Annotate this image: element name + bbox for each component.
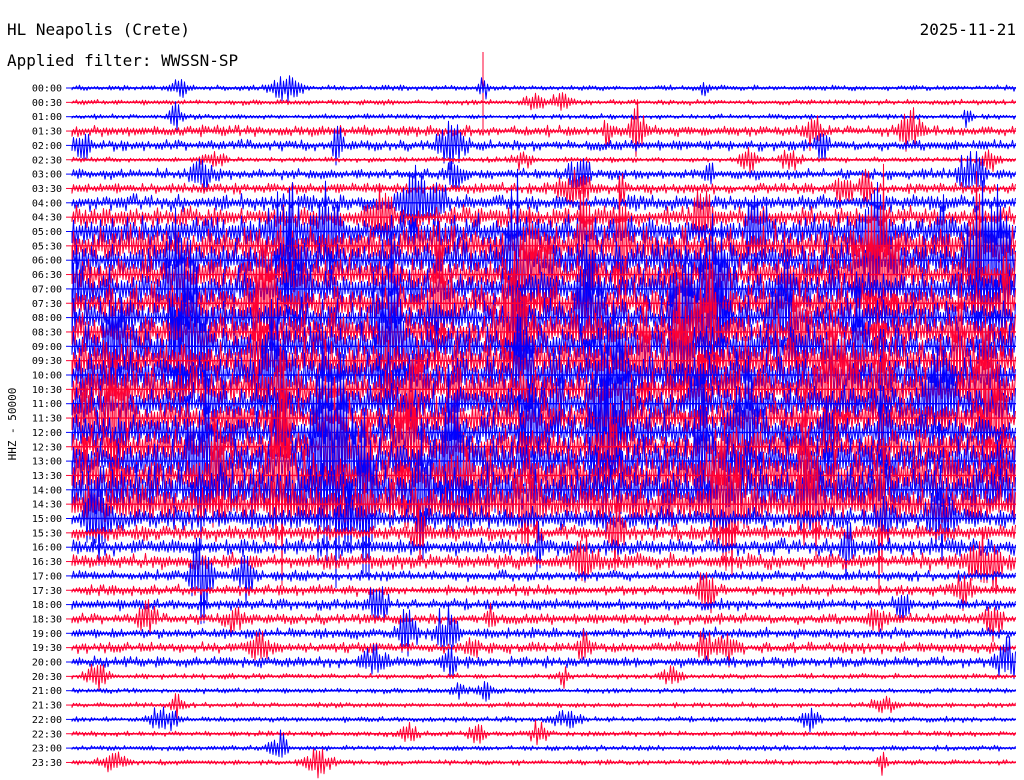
tick-label-0930: 09:30: [32, 356, 62, 367]
tick-label-1930: 19:30: [32, 643, 62, 654]
tick-label-0130: 01:30: [32, 127, 62, 138]
tick-label-1430: 14:30: [32, 500, 62, 511]
tick-label-1330: 13:30: [32, 471, 62, 482]
tick-label-1700: 17:00: [32, 571, 62, 582]
tick-label-0530: 05:30: [32, 241, 62, 252]
tick-label-1130: 11:30: [32, 414, 62, 425]
tick-label-0830: 08:30: [32, 327, 62, 338]
tick-label-1630: 16:30: [32, 557, 62, 568]
trace-row-2330: [71, 748, 1016, 779]
tick-label-0230: 02:30: [32, 155, 62, 166]
tick-label-0200: 02:00: [32, 141, 62, 152]
tick-label-1030: 10:30: [32, 385, 62, 396]
tick-label-0900: 09:00: [32, 342, 62, 353]
tick-label-1000: 10:00: [32, 371, 62, 382]
tick-label-0730: 07:30: [32, 299, 62, 310]
tick-label-0630: 06:30: [32, 270, 62, 281]
tick-label-2200: 22:00: [32, 715, 62, 726]
tick-label-0500: 05:00: [32, 227, 62, 238]
tick-label-0800: 08:00: [32, 313, 62, 324]
tick-label-0400: 04:00: [32, 198, 62, 209]
tick-label-2230: 22:30: [32, 729, 62, 740]
tick-label-1300: 13:00: [32, 457, 62, 468]
tick-label-1830: 18:30: [32, 614, 62, 625]
tick-label-2030: 20:30: [32, 672, 62, 683]
tick-label-1200: 12:00: [32, 428, 62, 439]
tick-label-1230: 12:30: [32, 442, 62, 453]
tick-label-2330: 23:30: [32, 758, 62, 769]
tick-label-2000: 20:00: [32, 658, 62, 669]
tick-label-0600: 06:00: [32, 256, 62, 267]
tick-label-1730: 17:30: [32, 586, 62, 597]
tick-label-0430: 04:30: [32, 213, 62, 224]
trace-row-2130: [71, 693, 1016, 719]
tick-label-2130: 21:30: [32, 701, 62, 712]
trace-row-2030: [71, 664, 1016, 692]
trace-row-2000: [71, 636, 1016, 680]
tick-label-1400: 14:00: [32, 485, 62, 496]
tick-label-1530: 15:30: [32, 528, 62, 539]
tick-label-1100: 11:00: [32, 399, 62, 410]
tick-label-2300: 23:00: [32, 744, 62, 755]
tick-label-0330: 03:30: [32, 184, 62, 195]
tick-label-1800: 18:00: [32, 600, 62, 611]
tick-label-0300: 03:00: [32, 170, 62, 181]
tick-label-0030: 00:30: [32, 98, 62, 109]
seismogram-plot: 00:00 00:30 01:00 01:30 02:00 02:30 03:00 03:30…: [32, 52, 1016, 779]
trace-row-2230: [71, 719, 1016, 746]
tick-label-1500: 15:00: [32, 514, 62, 525]
tick-label-2100: 21:00: [32, 686, 62, 697]
trace-row-0030: [71, 92, 1016, 111]
tick-label-0000: 00:00: [32, 84, 62, 95]
tick-label-0700: 07:00: [32, 284, 62, 295]
tick-label-1600: 16:00: [32, 543, 62, 554]
tick-label-0100: 01:00: [32, 112, 62, 123]
tick-label-1900: 19:00: [32, 629, 62, 640]
